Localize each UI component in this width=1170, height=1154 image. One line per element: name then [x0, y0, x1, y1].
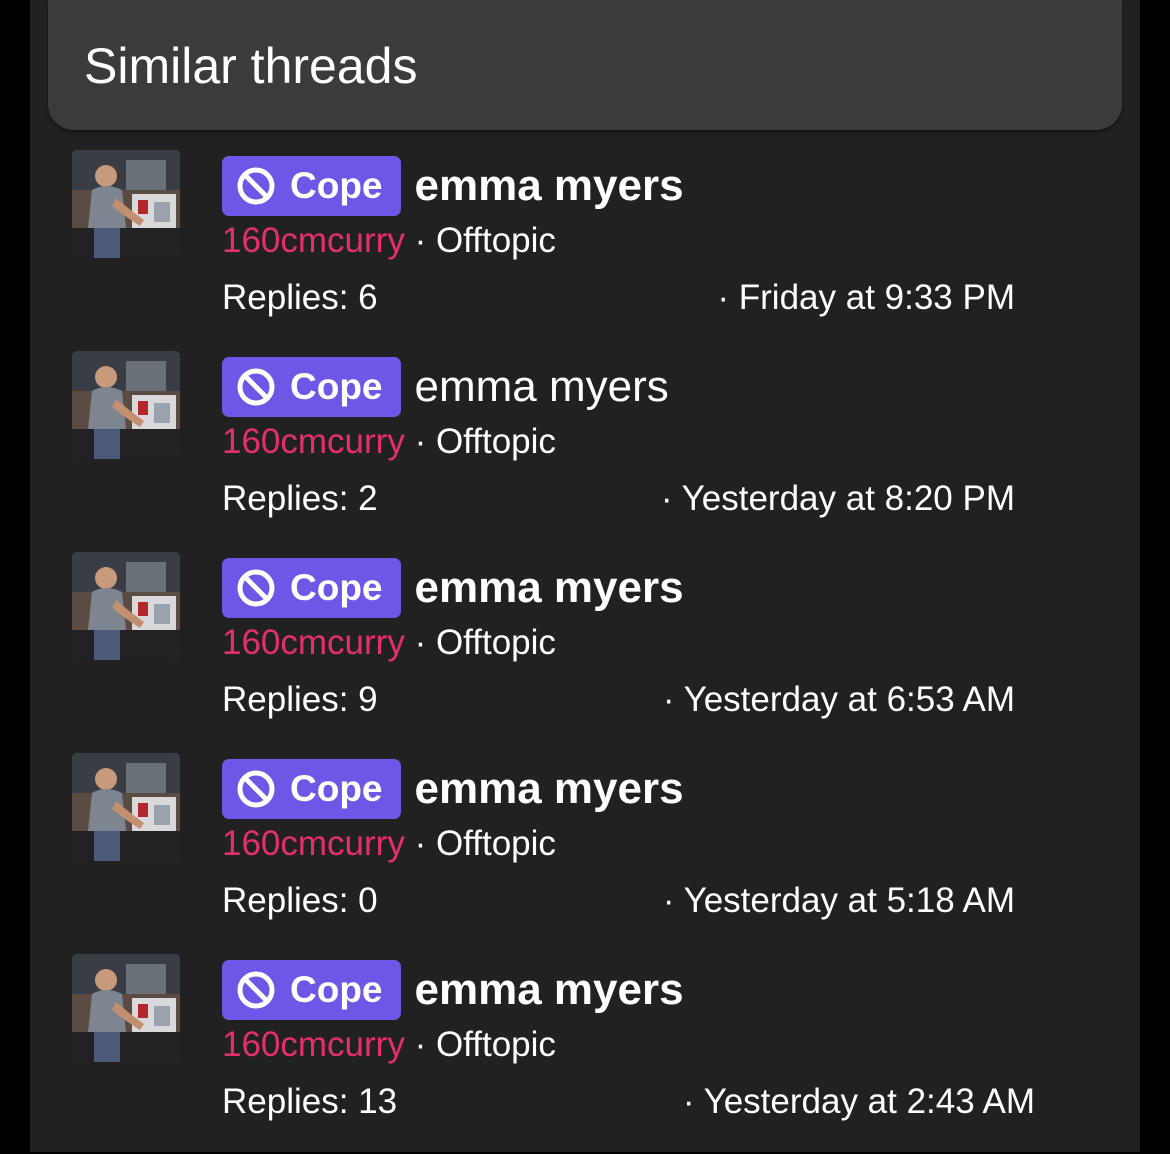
user-avatar[interactable] — [72, 753, 180, 861]
ban-icon — [237, 971, 275, 1009]
thread-title-link[interactable]: emma myers — [415, 763, 684, 815]
reply-count: Replies: 2 — [222, 479, 378, 518]
meta-separator: · — [414, 221, 436, 260]
thread-title-row: Cope emma myers — [222, 558, 684, 618]
meta-separator: · — [414, 824, 436, 863]
forum-link[interactable]: Offtopic — [436, 422, 556, 461]
thread-meta: 160cmcurry · Offtopic — [222, 421, 556, 463]
last-post-date[interactable]: · Yesterday at 6:53 AM — [663, 679, 1015, 721]
thread-item[interactable]: Cope emma myers 160cmcurry · Offtopic Re… — [0, 552, 1170, 752]
thread-title-link[interactable]: emma myers — [415, 160, 684, 212]
prefix-label: Cope — [290, 366, 383, 407]
forum-link[interactable]: Offtopic — [436, 221, 556, 260]
author-link[interactable]: 160cmcurry — [222, 623, 405, 662]
last-post-date[interactable]: · Yesterday at 2:43 AM — [683, 1081, 1035, 1123]
section-title: Similar threads — [84, 38, 418, 94]
last-post-date[interactable]: · Friday at 9:33 PM — [717, 277, 1015, 319]
thread-meta: 160cmcurry · Offtopic — [222, 220, 556, 262]
similar-threads-header: Similar threads — [48, 0, 1122, 130]
user-avatar[interactable] — [72, 552, 180, 660]
thread-item[interactable]: Cope emma myers 160cmcurry · Offtopic Re… — [0, 753, 1170, 953]
author-link[interactable]: 160cmcurry — [222, 1025, 405, 1064]
forum-link[interactable]: Offtopic — [436, 1025, 556, 1064]
prefix-badge[interactable]: Cope — [222, 357, 401, 417]
thread-title-link[interactable]: emma myers — [415, 964, 684, 1016]
ban-icon — [237, 770, 275, 808]
meta-separator: · — [414, 623, 436, 662]
thread-title-row: Cope emma myers — [222, 759, 684, 819]
last-post-date[interactable]: · Yesterday at 8:20 PM — [661, 478, 1015, 520]
thread-title-row: Cope emma myers — [222, 357, 669, 417]
prefix-badge[interactable]: Cope — [222, 156, 401, 216]
thread-title-link[interactable]: emma myers — [415, 361, 669, 413]
thread-title-row: Cope emma myers — [222, 960, 684, 1020]
thread-title-link[interactable]: emma myers — [415, 562, 684, 614]
thread-meta: 160cmcurry · Offtopic — [222, 1024, 556, 1066]
prefix-badge[interactable]: Cope — [222, 558, 401, 618]
meta-separator: · — [414, 422, 436, 461]
user-avatar[interactable] — [72, 954, 180, 1062]
thread-meta: 160cmcurry · Offtopic — [222, 823, 556, 865]
thread-item[interactable]: Cope emma myers 160cmcurry · Offtopic Re… — [0, 351, 1170, 551]
prefix-label: Cope — [290, 567, 383, 608]
thread-meta: 160cmcurry · Offtopic — [222, 622, 556, 664]
user-avatar[interactable] — [72, 351, 180, 459]
prefix-label: Cope — [290, 768, 383, 809]
ban-icon — [237, 368, 275, 406]
reply-count: Replies: 13 — [222, 1082, 398, 1121]
last-post-date[interactable]: · Yesterday at 5:18 AM — [663, 880, 1015, 922]
forum-link[interactable]: Offtopic — [436, 824, 556, 863]
prefix-label: Cope — [290, 165, 383, 206]
forum-link[interactable]: Offtopic — [436, 623, 556, 662]
reply-count: Replies: 0 — [222, 881, 378, 920]
reply-count: Replies: 6 — [222, 278, 378, 317]
thread-item[interactable]: Cope emma myers 160cmcurry · Offtopic Re… — [0, 954, 1170, 1154]
thread-title-row: Cope emma myers — [222, 156, 684, 216]
thread-item[interactable]: Cope emma myers 160cmcurry · Offtopic Re… — [0, 150, 1170, 350]
ban-icon — [237, 569, 275, 607]
prefix-badge[interactable]: Cope — [222, 960, 401, 1020]
meta-separator: · — [414, 1025, 436, 1064]
user-avatar[interactable] — [72, 150, 180, 258]
prefix-label: Cope — [290, 969, 383, 1010]
ban-icon — [237, 167, 275, 205]
author-link[interactable]: 160cmcurry — [222, 422, 405, 461]
author-link[interactable]: 160cmcurry — [222, 824, 405, 863]
reply-count: Replies: 9 — [222, 680, 378, 719]
author-link[interactable]: 160cmcurry — [222, 221, 405, 260]
prefix-badge[interactable]: Cope — [222, 759, 401, 819]
